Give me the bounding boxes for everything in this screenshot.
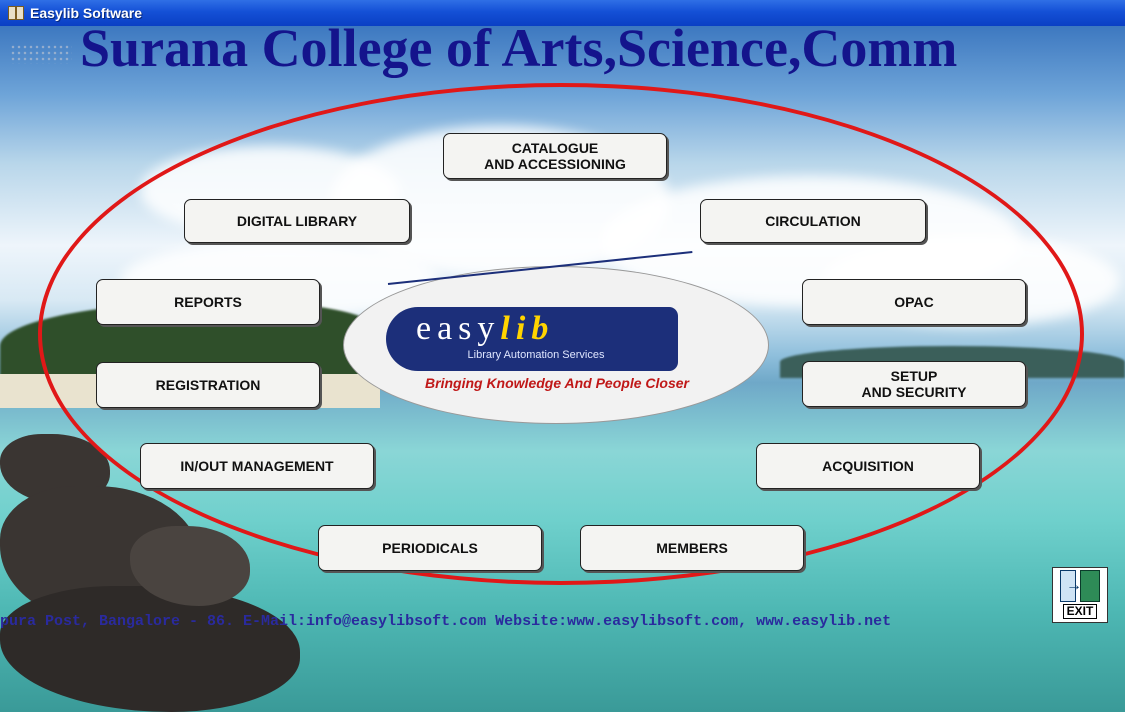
logo-wordmark: easylib — [416, 309, 554, 349]
digital-library-button[interactable]: DIGITAL LIBRARY — [184, 199, 410, 243]
logo-badge: easylib Library Automation Services — [386, 307, 678, 371]
contact-footer: pura Post, Bangalore - 86. E-Mail:info@e… — [0, 613, 892, 630]
logo-word-plain: easy — [416, 310, 501, 347]
college-title: Surana College of Arts,Science,Comm — [0, 14, 1125, 82]
logo-word-highlight: lib — [500, 310, 555, 347]
dots-decoration — [10, 43, 72, 64]
opac-button[interactable]: OPAC — [802, 279, 1026, 325]
exit-label: EXIT — [1062, 604, 1098, 619]
exit-button[interactable]: → EXIT — [1052, 567, 1108, 623]
registration-button[interactable]: REGISTRATION — [96, 362, 320, 408]
reports-button[interactable]: REPORTS — [96, 279, 320, 325]
easylib-logo: easylib Library Automation Services Brin… — [343, 251, 769, 424]
periodicals-button[interactable]: PERIODICALS — [318, 525, 542, 571]
logo-subtitle: Library Automation Services — [467, 349, 605, 361]
inout-management-button[interactable]: IN/OUT MANAGEMENT — [140, 443, 374, 489]
catalogue-accessioning-button[interactable]: CATALOGUE AND ACCESSIONING — [443, 133, 667, 179]
logo-tagline: Bringing Knowledge And People Closer — [425, 375, 689, 391]
rock — [0, 586, 300, 712]
acquisition-button[interactable]: ACQUISITION — [756, 443, 980, 489]
circulation-button[interactable]: CIRCULATION — [700, 199, 926, 243]
college-name: Surana College of Arts,Science,Comm — [80, 18, 958, 78]
exit-door-icon: → — [1058, 570, 1102, 602]
members-button[interactable]: MEMBERS — [580, 525, 804, 571]
setup-security-button[interactable]: SETUP AND SECURITY — [802, 361, 1026, 407]
